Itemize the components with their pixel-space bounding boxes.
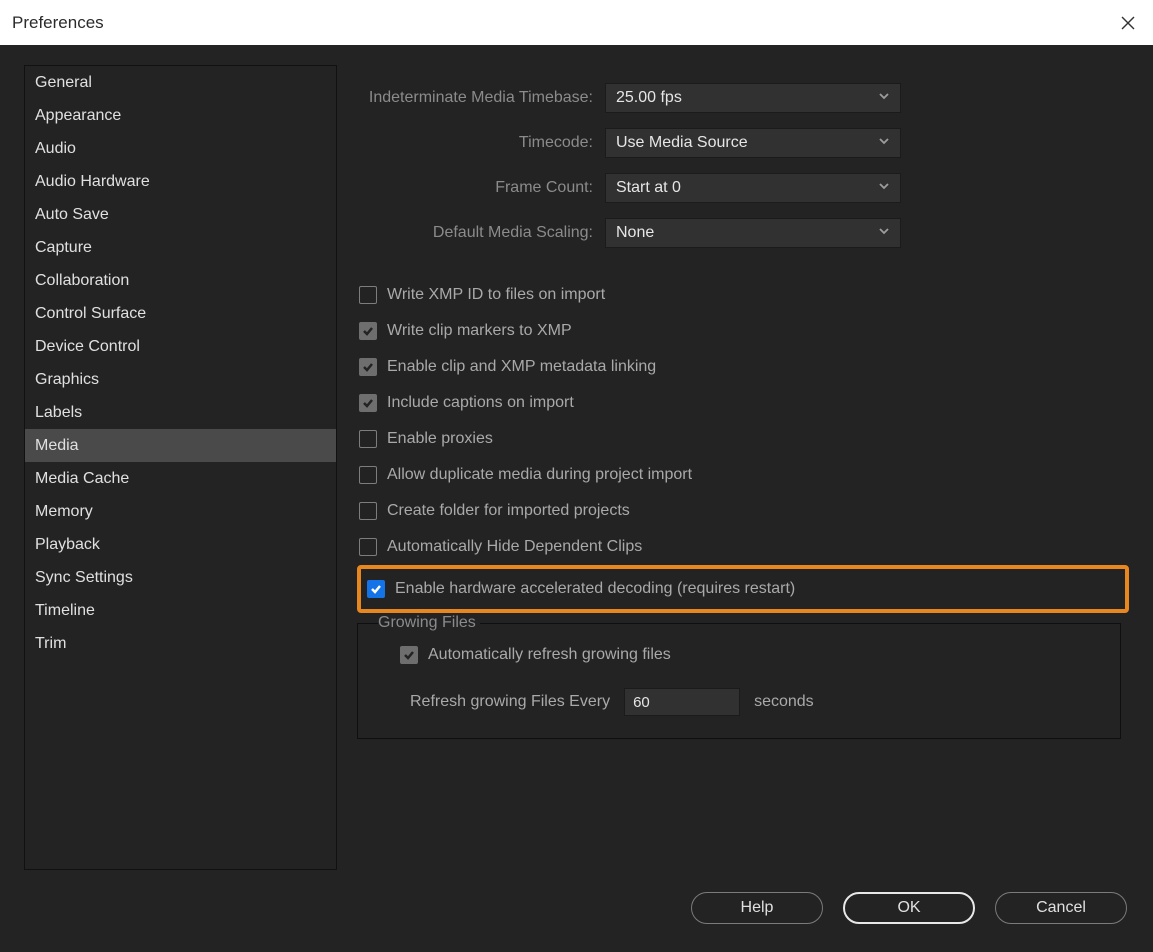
- sidebar-item-memory[interactable]: Memory: [25, 495, 336, 528]
- framecount-label: Frame Count:: [357, 179, 593, 197]
- checkbox[interactable]: [367, 580, 385, 598]
- timecode-dropdown[interactable]: Use Media Source: [605, 128, 901, 158]
- chevron-down-icon: [878, 89, 890, 107]
- sidebar-item-appearance[interactable]: Appearance: [25, 99, 336, 132]
- auto-refresh-checkbox[interactable]: [400, 646, 418, 664]
- auto-refresh-label: Automatically refresh growing files: [428, 646, 671, 664]
- sidebar-item-collaboration[interactable]: Collaboration: [25, 264, 336, 297]
- close-icon[interactable]: [1119, 14, 1137, 32]
- growing-files-group: Growing Files Automatically refresh grow…: [357, 623, 1121, 739]
- ok-button[interactable]: OK: [843, 892, 975, 924]
- sidebar-item-graphics[interactable]: Graphics: [25, 363, 336, 396]
- checkbox-label: Enable proxies: [387, 430, 493, 448]
- refresh-interval-label: Refresh growing Files Every: [410, 693, 610, 711]
- media-panel: Indeterminate Media Timebase: 25.00 fps …: [357, 65, 1129, 880]
- help-button[interactable]: Help: [691, 892, 823, 924]
- titlebar: Preferences: [0, 0, 1153, 45]
- checkbox-label: Include captions on import: [387, 394, 574, 412]
- timebase-value: 25.00 fps: [616, 89, 682, 107]
- framecount-dropdown[interactable]: Start at 0: [605, 173, 901, 203]
- checkbox[interactable]: [359, 358, 377, 376]
- chevron-down-icon: [878, 224, 890, 242]
- sidebar-item-trim[interactable]: Trim: [25, 627, 336, 660]
- check-row: Automatically Hide Dependent Clips: [357, 529, 1129, 565]
- checkbox-label: Enable hardware accelerated decoding (re…: [395, 580, 795, 598]
- chevron-down-icon: [878, 134, 890, 152]
- checkbox[interactable]: [359, 538, 377, 556]
- sidebar-item-capture[interactable]: Capture: [25, 231, 336, 264]
- timebase-dropdown[interactable]: 25.00 fps: [605, 83, 901, 113]
- check-row: Write clip markers to XMP: [357, 313, 1129, 349]
- checkbox-label: Allow duplicate media during project imp…: [387, 466, 692, 484]
- framecount-value: Start at 0: [616, 179, 681, 197]
- seconds-label: seconds: [754, 693, 814, 711]
- refresh-interval-input[interactable]: [624, 688, 740, 716]
- checkbox-label: Enable clip and XMP metadata linking: [387, 358, 656, 376]
- check-row: Enable hardware accelerated decoding (re…: [357, 565, 1129, 613]
- checkbox[interactable]: [359, 430, 377, 448]
- sidebar-item-device-control[interactable]: Device Control: [25, 330, 336, 363]
- check-row: Enable clip and XMP metadata linking: [357, 349, 1129, 385]
- checkbox[interactable]: [359, 394, 377, 412]
- checkbox[interactable]: [359, 502, 377, 520]
- category-sidebar: GeneralAppearanceAudioAudio HardwareAuto…: [24, 65, 337, 870]
- check-row: Create folder for imported projects: [357, 493, 1129, 529]
- checkbox-label: Automatically Hide Dependent Clips: [387, 538, 642, 556]
- sidebar-item-general[interactable]: General: [25, 66, 336, 99]
- sidebar-item-playback[interactable]: Playback: [25, 528, 336, 561]
- dialog-body: GeneralAppearanceAudioAudio HardwareAuto…: [0, 45, 1153, 952]
- growing-files-title: Growing Files: [378, 614, 480, 632]
- checkbox-label: Write clip markers to XMP: [387, 322, 572, 340]
- cancel-button[interactable]: Cancel: [995, 892, 1127, 924]
- window-title: Preferences: [12, 13, 104, 33]
- chevron-down-icon: [878, 179, 890, 197]
- sidebar-item-media-cache[interactable]: Media Cache: [25, 462, 336, 495]
- check-row: Enable proxies: [357, 421, 1129, 457]
- checkbox[interactable]: [359, 322, 377, 340]
- scaling-value: None: [616, 224, 654, 242]
- scaling-label: Default Media Scaling:: [357, 224, 593, 242]
- sidebar-item-sync-settings[interactable]: Sync Settings: [25, 561, 336, 594]
- dialog-buttons: Help OK Cancel: [24, 880, 1129, 936]
- sidebar-item-control-surface[interactable]: Control Surface: [25, 297, 336, 330]
- checkbox-label: Write XMP ID to files on import: [387, 286, 605, 304]
- sidebar-item-audio-hardware[interactable]: Audio Hardware: [25, 165, 336, 198]
- checkbox[interactable]: [359, 286, 377, 304]
- checkbox[interactable]: [359, 466, 377, 484]
- sidebar-item-media[interactable]: Media: [25, 429, 336, 462]
- sidebar-item-timeline[interactable]: Timeline: [25, 594, 336, 627]
- sidebar-item-labels[interactable]: Labels: [25, 396, 336, 429]
- timecode-label: Timecode:: [357, 134, 593, 152]
- sidebar-item-audio[interactable]: Audio: [25, 132, 336, 165]
- scaling-dropdown[interactable]: None: [605, 218, 901, 248]
- check-row: Include captions on import: [357, 385, 1129, 421]
- checkbox-label: Create folder for imported projects: [387, 502, 630, 520]
- sidebar-item-auto-save[interactable]: Auto Save: [25, 198, 336, 231]
- check-row: Allow duplicate media during project imp…: [357, 457, 1129, 493]
- check-row: Write XMP ID to files on import: [357, 277, 1129, 313]
- timebase-label: Indeterminate Media Timebase:: [357, 89, 593, 107]
- timecode-value: Use Media Source: [616, 134, 748, 152]
